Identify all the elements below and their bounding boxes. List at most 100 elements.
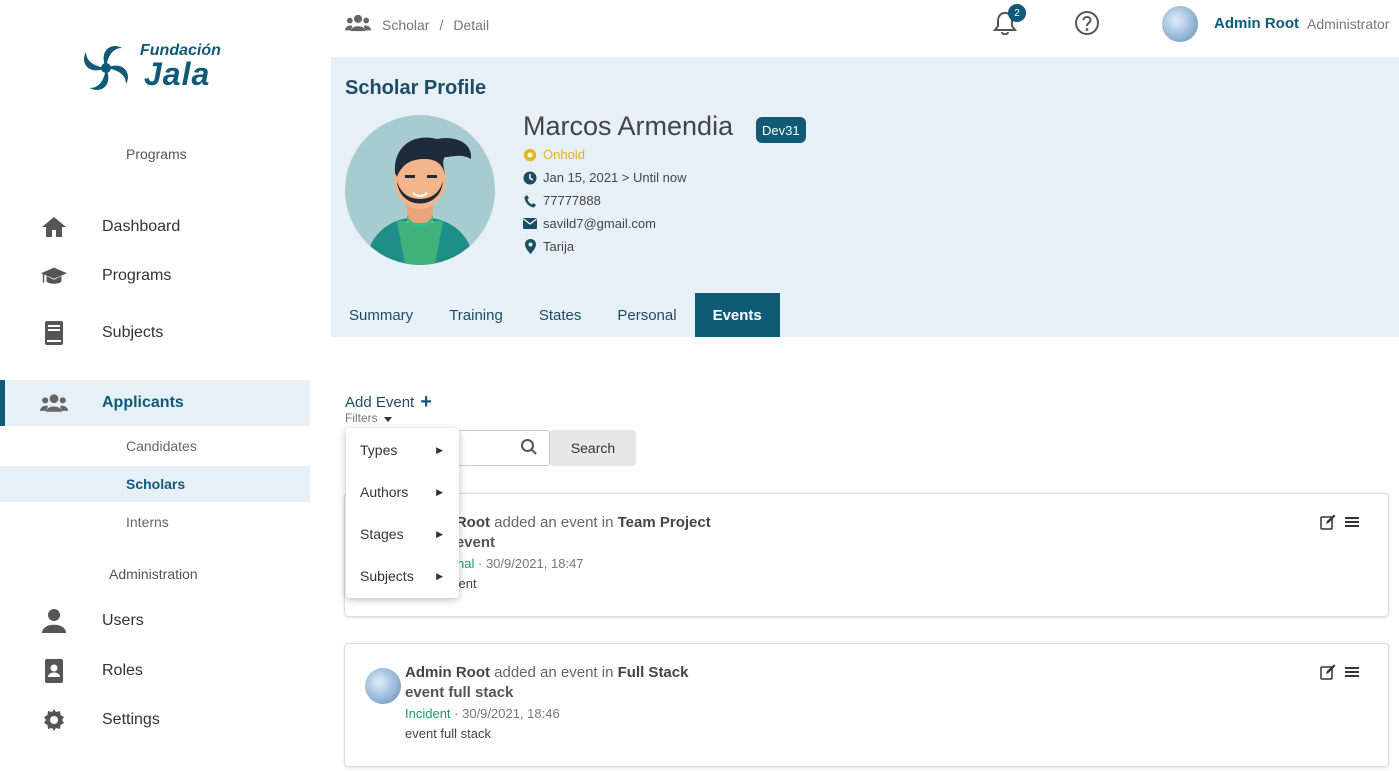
scholar-email-row: savild7@gmail.com <box>523 216 656 231</box>
map-pin-icon <box>523 239 537 254</box>
sidebar-subitem-label: Candidates <box>126 438 197 454</box>
scholar-phone-row: 77777888 <box>523 193 601 208</box>
filters-dropdown: Types ▶ Authors ▶ Stages ▶ Subjects ▶ <box>346 428 459 598</box>
tab-training[interactable]: Training <box>431 293 521 337</box>
event-type: Incident <box>405 706 451 721</box>
search-icon[interactable] <box>520 438 540 458</box>
section-administration: Administration <box>109 566 198 582</box>
scholar-city: Tarija <box>543 239 575 254</box>
home-icon <box>40 213 68 241</box>
graduation-cap-icon <box>40 262 68 290</box>
event-description: event full stack <box>405 726 491 741</box>
filter-menu-subjects[interactable]: Subjects ▶ <box>346 556 459 596</box>
sidebar-item-programs[interactable]: Programs <box>0 253 310 299</box>
sidebar-item-label: Programs <box>102 267 172 284</box>
sidebar-item-roles[interactable]: Roles <box>0 648 310 694</box>
sidebar-subitem-label: Interns <box>126 514 169 530</box>
menu-icon[interactable] <box>1344 514 1360 530</box>
sidebar-subitem-label: Scholars <box>126 476 186 492</box>
search-button[interactable]: Search <box>550 430 636 466</box>
sidebar-item-settings[interactable]: Settings <box>0 697 310 743</box>
filters-toggle[interactable]: Filters <box>345 411 392 425</box>
scholar-name: Marcos Armendia <box>523 111 734 141</box>
sidebar-item-label: Roles <box>102 662 143 679</box>
user-icon <box>40 607 68 635</box>
scholar-dates-row: Jan 15, 2021 > Until now <box>523 170 686 185</box>
users-icon <box>40 389 68 417</box>
scholar-profile-panel: Scholar Profile Marcos Armendia Dev31 On… <box>331 57 1399 337</box>
filter-menu-label: Types <box>360 442 398 458</box>
sidebar-subitem-candidates[interactable]: Candidates <box>0 428 310 464</box>
event-date: 30/9/2021, 18:46 <box>462 706 560 721</box>
breadcrumb-users-icon <box>344 14 372 35</box>
sidebar-item-subjects[interactable]: Subjects <box>0 310 310 356</box>
sidebar-item-applicants[interactable]: Applicants <box>0 380 310 426</box>
add-event-label: Add Event <box>345 394 415 411</box>
caret-right-icon: ▶ <box>436 528 443 539</box>
id-badge-icon <box>40 657 68 685</box>
user-avatar[interactable] <box>1162 6 1198 42</box>
caret-right-icon: ▶ <box>436 570 443 581</box>
breadcrumb-detail: Detail <box>453 16 490 33</box>
book-icon <box>40 319 68 347</box>
filter-menu-authors[interactable]: Authors ▶ <box>346 472 459 512</box>
sidebar-item-label: Dashboard <box>102 218 181 235</box>
clock-icon <box>523 171 537 185</box>
event-program: Full Stack <box>617 664 689 681</box>
event-header: Admin Root added an event in Full Stack <box>405 664 688 681</box>
event-date: 30/9/2021, 18:47 <box>485 556 584 571</box>
breadcrumb-scholar-link[interactable]: Scholar <box>382 17 429 33</box>
logo[interactable]: Fundación Jala <box>78 38 238 102</box>
sidebar-item-label: Users <box>102 612 144 629</box>
notification-badge: 2 <box>1008 4 1026 22</box>
gear-icon <box>40 706 68 734</box>
event-actions <box>1320 664 1360 680</box>
filter-menu-label: Stages <box>360 526 404 542</box>
event-card: Admin Root added an event in Full Stack … <box>344 643 1389 767</box>
event-action: added an event in <box>494 514 614 531</box>
tab-personal[interactable]: Personal <box>599 293 694 337</box>
tab-events[interactable]: Events <box>694 293 780 337</box>
logo-swirl-icon <box>84 46 128 90</box>
sidebar-item-users[interactable]: Users <box>0 598 310 644</box>
event-program: Team Project <box>617 514 711 531</box>
menu-icon[interactable] <box>1344 664 1360 680</box>
envelope-icon <box>523 217 537 231</box>
scholar-status-row: Onhold <box>523 147 585 162</box>
event-action: added an event in <box>494 664 614 681</box>
caret-right-icon: ▶ <box>436 486 443 497</box>
event-actions <box>1320 514 1360 530</box>
scholar-dates: Jan 15, 2021 > Until now <box>543 170 687 185</box>
app-root: Fundación Jala Programs Dashboard Progra… <box>0 0 1399 771</box>
filter-menu-stages[interactable]: Stages ▶ <box>346 514 459 554</box>
sidebar-item-dashboard[interactable]: Dashboard <box>0 204 310 250</box>
section-programs: Programs <box>126 146 187 162</box>
scholar-status: Onhold <box>543 147 585 162</box>
page-title: Scholar Profile <box>345 77 487 99</box>
event-title: event full stack <box>405 684 514 701</box>
notifications-button[interactable]: 2 <box>992 4 1026 36</box>
sidebar-item-label: Applicants <box>102 394 184 411</box>
user-name[interactable]: Admin Root <box>1214 15 1299 32</box>
tab-summary[interactable]: Summary <box>331 293 431 337</box>
caret-right-icon: ▶ <box>436 444 443 455</box>
edit-icon[interactable] <box>1320 664 1336 680</box>
breadcrumb: Scholar / Detail <box>344 14 489 35</box>
event-author-avatar <box>365 668 401 704</box>
filter-menu-types[interactable]: Types ▶ <box>346 430 459 470</box>
event-card: Admin Root added an event in Team Projec… <box>344 493 1389 617</box>
scholar-program-tag: Dev31 <box>756 117 806 143</box>
event-meta: Incident · 30/9/2021, 18:46 <box>405 706 560 721</box>
help-button[interactable] <box>1074 10 1100 36</box>
filter-menu-label: Authors <box>360 484 409 500</box>
filter-menu-label: Subjects <box>360 568 414 584</box>
filters-label: Filters <box>345 411 378 425</box>
event-author: Admin Root <box>405 664 490 681</box>
sidebar-subitem-interns[interactable]: Interns <box>0 504 310 540</box>
edit-icon[interactable] <box>1320 514 1336 530</box>
scholar-email[interactable]: savild7@gmail.com <box>543 216 656 231</box>
sidebar-subitem-scholars[interactable]: Scholars <box>0 466 310 502</box>
help-icon <box>1075 11 1099 35</box>
tab-states[interactable]: States <box>521 293 600 337</box>
breadcrumb-separator: / <box>439 16 444 33</box>
